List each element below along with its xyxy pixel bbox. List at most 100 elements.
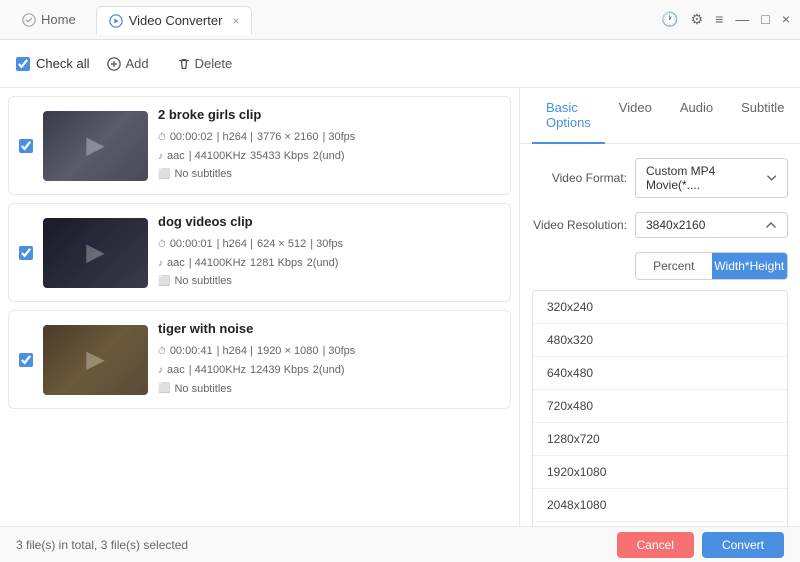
audio-codec: aac: [167, 361, 185, 380]
subtitle-meta-icon: ⬜: [158, 273, 170, 290]
resolution-item[interactable]: 2048x1080: [533, 489, 787, 522]
video-meta-icon: ⏱: [158, 343, 166, 360]
video-meta-row: ⏱ 00:00:41 | h264 | 1920 × 1080 | 30fps: [158, 342, 500, 361]
delete-label: Delete: [195, 56, 233, 71]
file-item: ▶ tiger with noise ⏱ 00:00:41 | h264 | 1…: [8, 310, 511, 409]
video-format-select[interactable]: Custom MP4 Movie(*....: [635, 158, 788, 198]
options-tabs: Basic OptionsVideoAudioSubtitle: [520, 88, 800, 144]
resolution-item[interactable]: 480x320: [533, 324, 787, 357]
file-thumbnail: ▶: [43, 325, 148, 395]
thumbnail-image: ▶: [43, 218, 148, 288]
audio-freq: | 44100KHz: [189, 254, 246, 273]
width-height-toggle[interactable]: Width*Height: [712, 253, 788, 279]
file-thumbnail: ▶: [43, 111, 148, 181]
close-button[interactable]: ×: [782, 11, 790, 28]
file-meta: ⏱ 00:00:01 | h264 | 624 × 512 | 30fps ♪ …: [158, 235, 500, 291]
convert-button[interactable]: Convert: [702, 532, 784, 558]
subtitles: No subtitles: [174, 380, 231, 399]
status-bar: 3 file(s) in total, 3 file(s) selected C…: [0, 526, 800, 562]
tab-basic-options[interactable]: Basic Options: [532, 88, 605, 144]
delete-icon: [177, 57, 191, 71]
resolution: 624 × 512: [257, 235, 306, 254]
delete-button[interactable]: Delete: [167, 51, 243, 76]
audio-bitrate: 12439 Kbps: [250, 361, 309, 380]
video-resolution-select[interactable]: 3840x2160: [635, 212, 788, 238]
converter-icon: [109, 14, 123, 28]
thumbnail-image: ▶: [43, 325, 148, 395]
video-resolution-value: 3840x2160: [646, 218, 705, 232]
tab-subtitle[interactable]: Subtitle: [727, 88, 798, 144]
dimension-toggle-group: Percent Width*Height: [635, 252, 788, 280]
video-meta-icon: ⏱: [158, 236, 166, 253]
audio-bitrate: 35433 Kbps: [250, 147, 309, 166]
status-text: 3 file(s) in total, 3 file(s) selected: [16, 538, 188, 552]
video-converter-tab[interactable]: Video Converter ×: [96, 6, 253, 35]
menu-icon[interactable]: ≡: [715, 11, 723, 28]
audio-meta-row: ♪ aac | 44100KHz 12439 Kbps 2(und): [158, 361, 500, 380]
resolution-item[interactable]: 640x480: [533, 357, 787, 390]
main-content: ▶ 2 broke girls clip ⏱ 00:00:02 | h264 |…: [0, 88, 800, 526]
file-item: ▶ 2 broke girls clip ⏱ 00:00:02 | h264 |…: [8, 96, 511, 195]
history-icon[interactable]: 🕐: [661, 11, 678, 28]
resolution-item[interactable]: 1920x1080: [533, 456, 787, 489]
settings-icon[interactable]: ⚙: [691, 11, 704, 28]
tab-video[interactable]: Video: [605, 88, 666, 144]
status-buttons: Cancel Convert: [617, 532, 784, 558]
audio-freq: | 44100KHz: [189, 361, 246, 380]
video-meta-row: ⏱ 00:00:01 | h264 | 624 × 512 | 30fps: [158, 235, 500, 254]
home-icon: [22, 13, 36, 27]
file-checkbox[interactable]: [19, 139, 33, 153]
file-info: 2 broke girls clip ⏱ 00:00:02 | h264 | 3…: [158, 107, 500, 184]
audio-channels: 2(und): [313, 147, 345, 166]
resolution-item[interactable]: 2560x1440: [533, 522, 787, 526]
video-format-row: Video Format: Custom MP4 Movie(*....: [532, 158, 788, 198]
audio-meta-row: ♪ aac | 44100KHz 1281 Kbps 2(und): [158, 254, 500, 273]
audio-channels: 2(und): [313, 361, 345, 380]
percent-toggle[interactable]: Percent: [636, 253, 712, 279]
audio-meta-row: ♪ aac | 44100KHz 35433 Kbps 2(und): [158, 147, 500, 166]
check-all-checkbox[interactable]: [16, 57, 30, 71]
file-checkbox[interactable]: [19, 246, 33, 260]
file-checkbox[interactable]: [19, 353, 33, 367]
chevron-down-icon: [766, 172, 777, 184]
file-info: dog videos clip ⏱ 00:00:01 | h264 | 624 …: [158, 214, 500, 291]
cancel-button[interactable]: Cancel: [617, 532, 694, 558]
close-tab-button[interactable]: ×: [232, 14, 239, 28]
resolution-item[interactable]: 720x480: [533, 390, 787, 423]
audio-codec: aac: [167, 254, 185, 273]
check-all-wrapper[interactable]: Check all: [16, 56, 89, 71]
maximize-button[interactable]: □: [761, 11, 769, 28]
file-title: tiger with noise: [158, 321, 500, 336]
file-title: dog videos clip: [158, 214, 500, 229]
toolbar: Check all Add Delete: [0, 40, 800, 88]
file-info: tiger with noise ⏱ 00:00:41 | h264 | 192…: [158, 321, 500, 398]
audio-freq: | 44100KHz: [189, 147, 246, 166]
check-all-label: Check all: [36, 56, 89, 71]
video-meta-row: ⏱ 00:00:02 | h264 | 3776 × 2160 | 30fps: [158, 128, 500, 147]
video-format-label: Video Format:: [532, 171, 627, 185]
file-meta: ⏱ 00:00:02 | h264 | 3776 × 2160 | 30fps …: [158, 128, 500, 184]
fps: | 30fps: [322, 128, 355, 147]
codec: | h264 |: [217, 342, 253, 361]
resolution-item[interactable]: 320x240: [533, 291, 787, 324]
audio-channels: 2(und): [307, 254, 339, 273]
audio-meta-icon: ♪: [158, 148, 163, 165]
subtitles: No subtitles: [174, 272, 231, 291]
home-tab[interactable]: Home: [10, 6, 88, 33]
file-thumbnail: ▶: [43, 218, 148, 288]
window-controls: 🕐 ⚙ ≡ — □ ×: [661, 11, 790, 28]
subtitle-meta-row: ⬜ No subtitles: [158, 272, 500, 291]
resolution: 1920 × 1080: [257, 342, 318, 361]
minimize-button[interactable]: —: [735, 11, 749, 28]
video-meta-icon: ⏱: [158, 129, 166, 146]
tab-audio[interactable]: Audio: [666, 88, 727, 144]
add-label: Add: [125, 56, 148, 71]
resolution: 3776 × 2160: [257, 128, 318, 147]
resolution-list: 320x240480x320640x480720x4801280x7201920…: [532, 290, 788, 526]
add-button[interactable]: Add: [97, 51, 158, 76]
home-tab-label: Home: [41, 12, 76, 27]
duration: 00:00:01: [170, 235, 213, 254]
subtitle-meta-icon: ⬜: [158, 166, 170, 183]
active-tab-label: Video Converter: [129, 13, 223, 28]
resolution-item[interactable]: 1280x720: [533, 423, 787, 456]
